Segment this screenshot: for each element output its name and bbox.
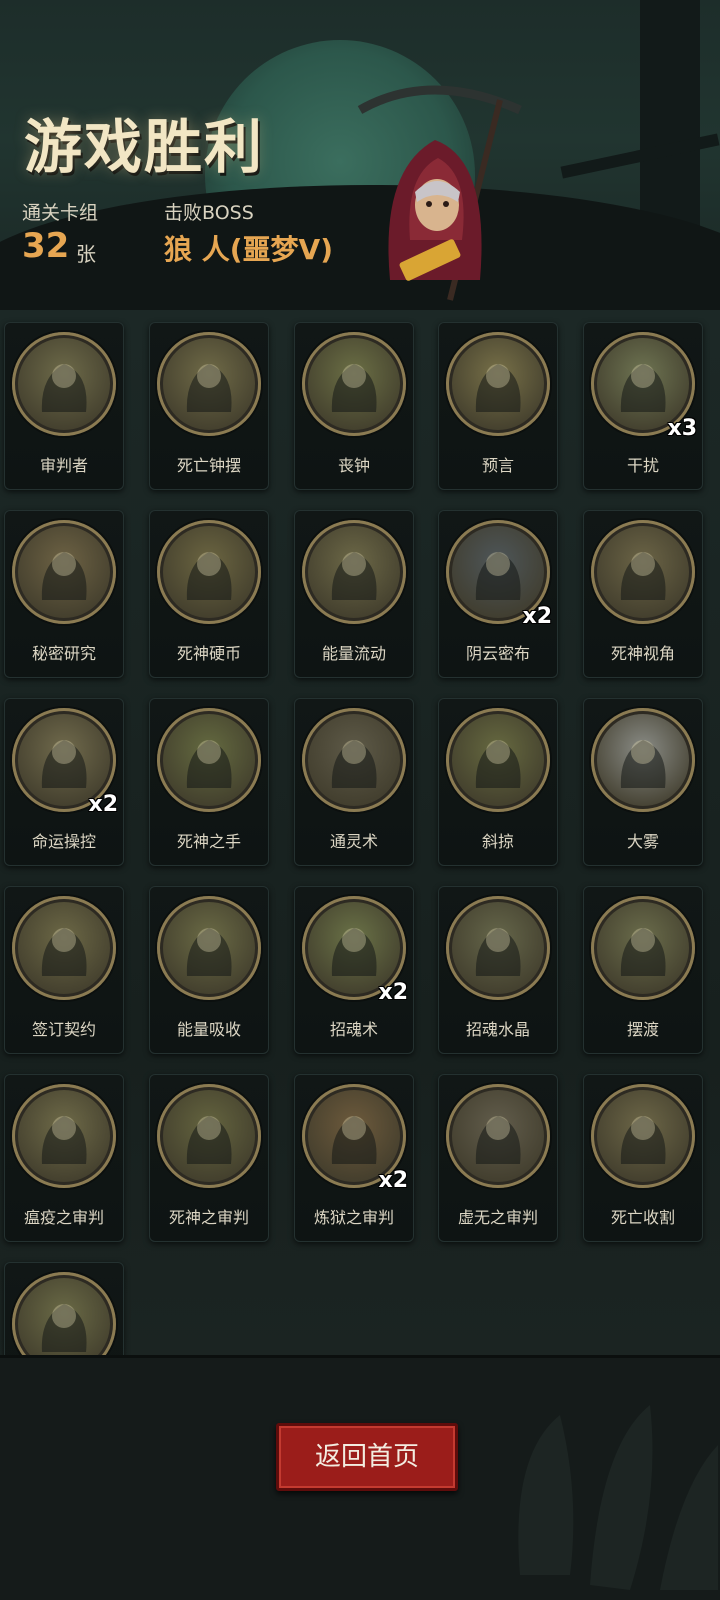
card-item[interactable]: 死神之手	[149, 698, 269, 866]
necromancy-icon	[302, 708, 406, 812]
shadow-hand-icon	[518, 1405, 718, 1590]
card-name: 阴云密布	[465, 644, 530, 663]
card-item[interactable]: 死神硬币	[149, 510, 269, 678]
sage-icon	[446, 332, 550, 436]
hooded-reaper-girl-icon	[357, 85, 522, 301]
card-name: 预言	[481, 456, 514, 475]
card-name: 命运操控	[31, 832, 96, 851]
card-item[interactable]: 审判者	[4, 322, 124, 490]
card-name: 审判者	[39, 456, 88, 475]
card-item[interactable]: 预言	[438, 322, 558, 490]
victory-header: 游戏胜利 通关卡组 32 张 击败BOSS 狼 人(噩梦V)	[0, 0, 720, 310]
reaper-view-icon	[591, 520, 695, 624]
card-count-badge: x2	[522, 604, 553, 629]
deck-label: 通关卡组	[22, 202, 99, 224]
coin-icon	[157, 520, 261, 624]
card-item[interactable]: 大雾	[583, 698, 703, 866]
ferry-icon	[591, 896, 695, 1000]
card-name: 死亡收割	[610, 1208, 675, 1227]
card-count-badge: x2	[88, 792, 119, 817]
card-item[interactable]: 招魂术 x2	[294, 886, 414, 1054]
boss-name: 狼 人(噩梦V)	[164, 233, 334, 266]
card-name: 死神之审判	[168, 1208, 249, 1227]
card-item[interactable]: 能量流动	[294, 510, 414, 678]
card-name: 招魂水晶	[465, 1020, 530, 1039]
card-name: 秘密研究	[31, 644, 96, 663]
card-item[interactable]: 秘密研究	[4, 510, 124, 678]
skull-hand-icon	[157, 708, 261, 812]
card-grid: 审判者 死亡钟摆 丧钟 预言 干扰 x3 秘密研究 死神硬币 能量流动 阴云密布 x2 死神视角命运操…	[0, 310, 720, 1355]
deck-unit: 张	[76, 242, 96, 266]
card-item[interactable]: 丧钟	[294, 322, 414, 490]
card-item[interactable]: 炼狱之审判 x2	[294, 1074, 414, 1242]
card-name: 炼狱之审判	[313, 1208, 394, 1227]
card-item[interactable]: 摆渡	[583, 886, 703, 1054]
card-name: 通灵术	[329, 832, 378, 851]
card-item[interactable]: 瘟疫之审判	[4, 1074, 124, 1242]
card-count-badge: x2	[378, 1168, 409, 1193]
card-item[interactable]: 阴云密布 x2	[438, 510, 558, 678]
energy-flow-icon	[302, 520, 406, 624]
victory-title: 游戏胜利	[24, 113, 265, 181]
card-item[interactable]: 招魂水晶	[438, 886, 558, 1054]
card-name: 死神硬币	[176, 644, 241, 663]
absorb-icon	[157, 896, 261, 1000]
card-item[interactable]: 虚无之审判	[438, 1074, 558, 1242]
pendulum-icon	[157, 332, 261, 436]
bell-icon	[302, 332, 406, 436]
card-item[interactable]: 签订契约	[4, 886, 124, 1054]
card-count-badge: x3	[667, 416, 698, 441]
slash-icon	[446, 708, 550, 812]
card-name: 死神之手	[176, 832, 241, 851]
card-item[interactable]: 通灵术	[294, 698, 414, 866]
boss-label: 击败BOSS	[164, 202, 254, 224]
card-name: 签订契约	[31, 1020, 96, 1039]
card-item[interactable]: 命运操控 x2	[4, 698, 124, 866]
harvest-icon	[591, 1084, 695, 1188]
card-count-badge: x2	[378, 980, 409, 1005]
card-item[interactable]: 能量吸收	[149, 886, 269, 1054]
deck-count: 32	[22, 226, 70, 266]
card-item[interactable]: 死亡钟摆	[149, 322, 269, 490]
card-item[interactable]: 死神视角	[583, 510, 703, 678]
footer-bar: 返回首页	[0, 1355, 720, 1600]
card-name: 能量流动	[321, 644, 386, 663]
card-name: 摆渡	[626, 1020, 659, 1039]
card-name: 能量吸收	[176, 1020, 241, 1039]
card-item[interactable]: 死神之审判	[149, 1074, 269, 1242]
card-name: 死神视角	[610, 644, 675, 663]
plague-icon	[12, 1084, 116, 1188]
card-name: 丧钟	[337, 456, 370, 475]
fog-icon	[591, 708, 695, 812]
card-name: 死亡钟摆	[176, 456, 241, 475]
contract-icon	[12, 896, 116, 1000]
card-item[interactable]: 干扰 x3	[583, 322, 703, 490]
card-item[interactable]: 死亡收割	[583, 1074, 703, 1242]
card-name: 招魂术	[329, 1020, 378, 1039]
scholar-icon	[12, 520, 116, 624]
return-home-button[interactable]: 返回首页	[276, 1423, 458, 1491]
card-name: 斜掠	[481, 832, 514, 851]
card-item[interactable]	[4, 1262, 124, 1355]
crystal-icon	[446, 896, 550, 1000]
card-name: 虚无之审判	[457, 1208, 538, 1227]
card-item[interactable]: 斜掠	[438, 698, 558, 866]
scythe-icon	[12, 332, 116, 436]
reaper-icon	[157, 1084, 261, 1188]
card-name: 大雾	[626, 832, 659, 851]
card-name: 瘟疫之审判	[23, 1208, 104, 1227]
card-name: 干扰	[626, 456, 659, 475]
void-icon	[446, 1084, 550, 1188]
scythe-girl-icon	[12, 1272, 116, 1355]
